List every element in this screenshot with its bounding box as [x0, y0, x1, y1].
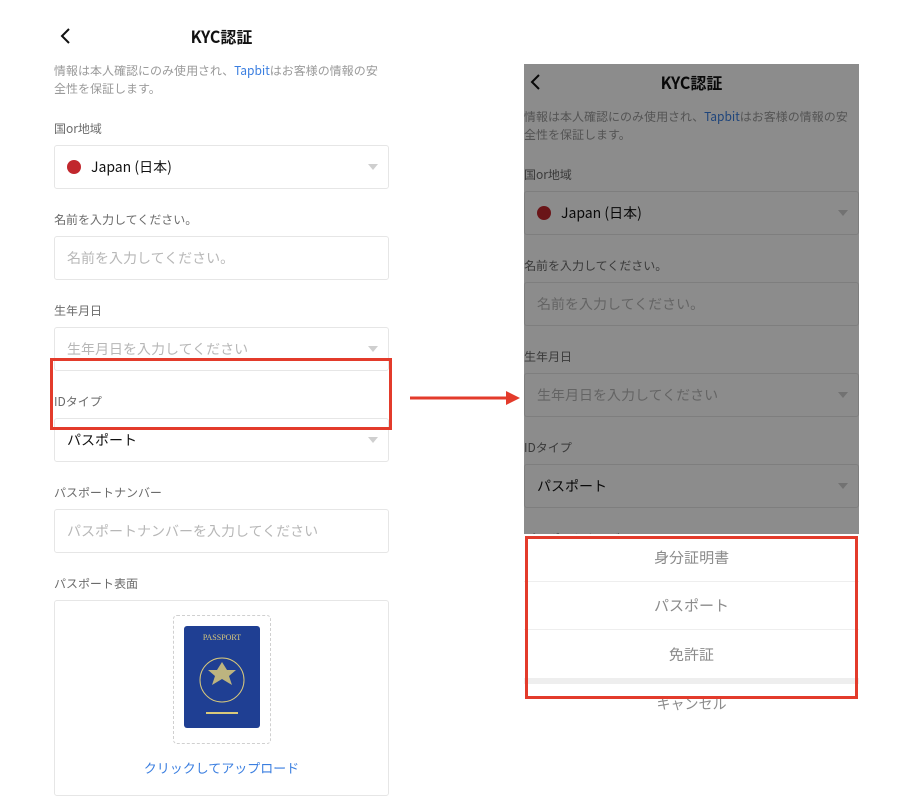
- label-country: 国or地域: [54, 120, 389, 137]
- sheet-option-idcard[interactable]: 身分証明書: [524, 534, 859, 582]
- label-name: 名前を入力してください。: [54, 211, 389, 228]
- label-passport-num: パスポートナンバー: [54, 484, 389, 501]
- kyc-screen-right: KYC認証 情報は本人確認にのみ使用され、Tapbitはお客様の情報の安全性を保…: [524, 64, 859, 724]
- topbar: KYC認証: [54, 18, 389, 54]
- country-select[interactable]: Japan (日本): [54, 145, 389, 189]
- passport-front-upload[interactable]: PASSPORT クリックしてアップロード: [54, 600, 389, 796]
- passport-thumbnail: PASSPORT: [173, 615, 271, 744]
- passport-icon: PASSPORT: [184, 626, 260, 728]
- info-text: 情報は本人確認にのみ使用され、Tapbitはお客様の情報の安全性を保証します。: [54, 62, 389, 98]
- sheet-option-license[interactable]: 免許証: [524, 630, 859, 678]
- label-idtype: IDタイプ: [54, 393, 389, 410]
- upload-cta: クリックしてアップロード: [144, 758, 300, 777]
- chevron-down-icon: [368, 437, 378, 443]
- svg-text:PASSPORT: PASSPORT: [202, 633, 240, 642]
- label-passport-front: パスポート表面: [54, 575, 389, 592]
- chevron-left-icon: [59, 27, 73, 45]
- sheet-option-passport[interactable]: パスポート: [524, 582, 859, 630]
- country-value: Japan (日本): [91, 157, 172, 177]
- chevron-down-icon: [368, 346, 378, 352]
- annotation-arrow: [410, 388, 520, 408]
- passport-number-input[interactable]: パスポートナンバーを入力してください: [54, 509, 389, 553]
- page-title: KYC認証: [191, 24, 253, 48]
- name-input[interactable]: 名前を入力してください。: [54, 236, 389, 280]
- idtype-action-sheet: 身分証明書 パスポート 免許証 キャンセル: [524, 534, 859, 724]
- idtype-select[interactable]: パスポート: [54, 418, 389, 462]
- dob-select[interactable]: 生年月日を入力してください: [54, 327, 389, 371]
- label-dob: 生年月日: [54, 302, 389, 319]
- brand-link[interactable]: Tapbit: [234, 62, 270, 79]
- kyc-screen-left: KYC認証 情報は本人確認にのみ使用され、Tapbitはお客様の情報の安全性を保…: [54, 18, 389, 796]
- sheet-cancel[interactable]: キャンセル: [524, 678, 859, 724]
- flag-icon: [67, 160, 81, 174]
- chevron-down-icon: [368, 164, 378, 170]
- back-button[interactable]: [54, 24, 78, 48]
